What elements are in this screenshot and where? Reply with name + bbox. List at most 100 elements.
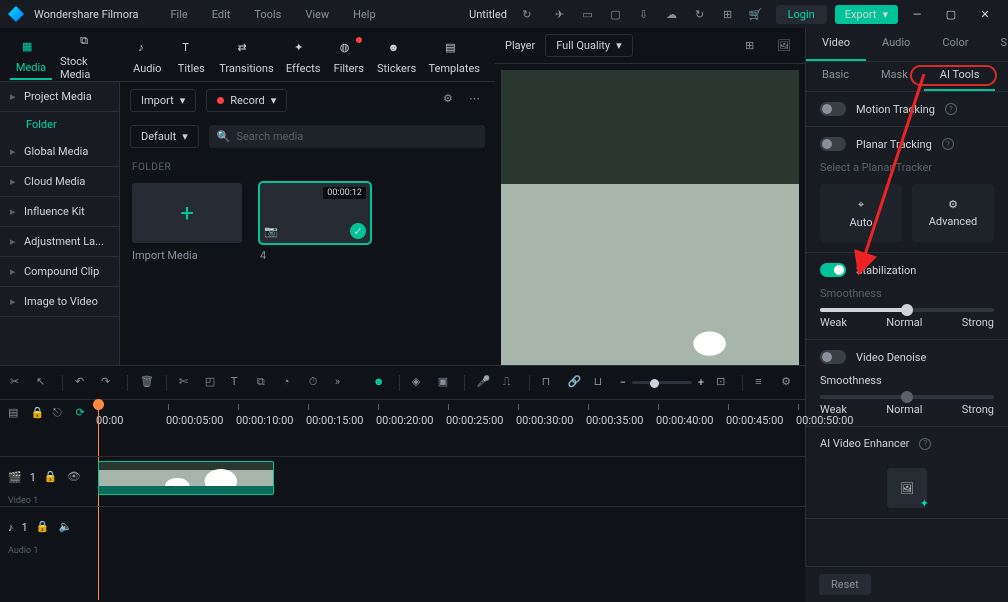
sidebar-global-media[interactable]: ▸Global Media: [0, 137, 119, 167]
tl-select-icon[interactable]: ↖: [36, 375, 50, 390]
import-media-tile[interactable]: + Import Media: [132, 183, 242, 262]
tl-adjust-icon[interactable]: ⎋: [53, 406, 68, 421]
tab-titles[interactable]: TTitles: [170, 37, 212, 79]
window-maximize[interactable]: ▢: [944, 7, 958, 21]
track-mute-icon[interactable]: 🔈: [59, 520, 74, 535]
cart-icon[interactable]: 🛒: [748, 6, 764, 22]
history-icon[interactable]: ↻: [692, 6, 708, 22]
rp-tab-audio[interactable]: Audio: [866, 28, 926, 61]
player-label: Player: [505, 39, 535, 52]
cloud-icon[interactable]: ☁: [664, 6, 680, 22]
tab-transitions[interactable]: ⇄Transitions: [214, 37, 278, 79]
tl-more-icon[interactable]: »: [335, 375, 349, 390]
quality-dropdown[interactable]: Full Quality▾: [545, 34, 632, 57]
timeline-clip[interactable]: [98, 461, 274, 495]
tl-mic-icon[interactable]: 🎤: [477, 375, 491, 390]
display-icon[interactable]: ▢: [608, 6, 624, 22]
menu-tools[interactable]: Tools: [244, 4, 291, 25]
tl-marker-icon[interactable]: ◈: [412, 375, 426, 390]
send-icon[interactable]: ✈: [552, 6, 568, 22]
sidebar-compound-clip[interactable]: ▸Compound Clip: [0, 257, 119, 287]
sidebar-image-to-video[interactable]: ▸Image to Video: [0, 287, 119, 317]
record-dropdown[interactable]: Record▾: [206, 89, 287, 112]
tab-media[interactable]: ▦Media: [10, 36, 52, 80]
screen-icon[interactable]: ▭: [580, 6, 596, 22]
tl-mixer-icon[interactable]: ⎍: [503, 375, 517, 390]
reset-button[interactable]: Reset: [819, 574, 871, 595]
window-close[interactable]: ✕: [978, 7, 992, 21]
tl-tracks-icon[interactable]: ▤: [8, 406, 23, 421]
tl-settings-icon[interactable]: ⚙: [781, 375, 795, 390]
track-lock-icon[interactable]: 🔒: [36, 520, 51, 535]
tl-ai-icon[interactable]: ☻: [373, 375, 387, 390]
rp-tab-color[interactable]: Color: [926, 28, 984, 61]
menu-edit[interactable]: Edit: [202, 4, 241, 25]
more-icon[interactable]: ⋯: [469, 92, 485, 108]
tl-snap-icon[interactable]: ⊓: [542, 375, 556, 390]
tl-render-icon[interactable]: ▣: [438, 375, 452, 390]
tl-redo-icon[interactable]: ↷: [101, 375, 115, 390]
tl-speed-icon[interactable]: ⏱: [309, 375, 323, 390]
view-default-dropdown[interactable]: Default▾: [130, 125, 199, 148]
tl-delete-icon[interactable]: 🗑: [140, 375, 154, 390]
track-lock-icon[interactable]: 🔒: [44, 470, 59, 485]
tab-stickers[interactable]: ☻Stickers: [372, 37, 422, 79]
search-input[interactable]: 🔍Search media: [209, 125, 485, 148]
info-icon[interactable]: ?: [945, 103, 957, 115]
tl-list-icon[interactable]: ≡: [755, 375, 769, 390]
rp-tab-video[interactable]: Video: [806, 28, 866, 61]
info-icon[interactable]: ?: [919, 438, 931, 450]
tl-auto-icon[interactable]: ⟳: [76, 406, 91, 421]
rp-sub-basic[interactable]: Basic: [806, 62, 865, 91]
tl-color-icon[interactable]: ◔: [283, 375, 297, 390]
slider-smoothness[interactable]: [820, 308, 994, 312]
tl-edit-mode-icon[interactable]: ✂: [10, 375, 24, 390]
tab-effects[interactable]: ✦Effects: [281, 37, 326, 79]
menu-view[interactable]: View: [295, 4, 339, 25]
sidebar-adjustment-layer[interactable]: ▸Adjustment La...: [0, 227, 119, 257]
tab-templates[interactable]: ▤Templates: [424, 37, 485, 79]
menu-help[interactable]: Help: [343, 4, 386, 25]
filter-icon[interactable]: ⚙: [443, 92, 459, 108]
tl-magnet-icon[interactable]: ⊔: [594, 375, 608, 390]
planar-advanced-card[interactable]: ⚙Advanced: [912, 184, 994, 242]
download-icon[interactable]: ⇩: [636, 6, 652, 22]
tl-split-icon[interactable]: ✄: [179, 375, 193, 390]
audio-track-1: ♪1🔒🔈: [0, 506, 805, 548]
tl-link-icon[interactable]: 🔗: [568, 375, 582, 390]
tl-text-icon[interactable]: T: [231, 375, 245, 390]
ai-enhancer-card[interactable]: 🖼✦: [887, 468, 927, 508]
planar-auto-card[interactable]: ⌖Auto: [820, 184, 902, 242]
tl-crop-icon[interactable]: ◰: [205, 375, 219, 390]
window-minimize[interactable]: —: [910, 7, 924, 21]
frame-icon[interactable]: 🖼: [777, 39, 791, 53]
tab-stock-media[interactable]: ⧉Stock Media: [54, 30, 124, 85]
toggle-planar-tracking[interactable]: [820, 137, 846, 151]
export-button[interactable]: Export▾: [835, 5, 898, 24]
toggle-motion-tracking[interactable]: [820, 102, 846, 116]
sync-icon[interactable]: ↻: [519, 6, 535, 22]
media-clip-4[interactable]: 00:00:12 📷 ✓ 4: [260, 183, 370, 262]
tl-fit-icon[interactable]: ⊡: [716, 375, 730, 390]
track-visible-icon[interactable]: 👁: [67, 470, 82, 485]
apps-icon[interactable]: ⊞: [720, 6, 736, 22]
sidebar-folder[interactable]: Folder: [0, 112, 119, 137]
sidebar-cloud-media[interactable]: ▸Cloud Media: [0, 167, 119, 197]
toggle-stabilization[interactable]: [820, 263, 846, 277]
grid-icon[interactable]: ⊞: [745, 39, 759, 53]
sidebar-project-media[interactable]: ▸Project Media: [0, 82, 119, 112]
import-dropdown[interactable]: Import▾: [130, 89, 196, 112]
tl-copy-icon[interactable]: ⧉: [257, 375, 271, 390]
tl-undo-icon[interactable]: ↶: [75, 375, 89, 390]
tl-zoom-slider[interactable]: −+: [620, 376, 705, 389]
sidebar-influence-kit[interactable]: ▸Influence Kit: [0, 197, 119, 227]
tab-audio[interactable]: ♪Audio: [126, 37, 168, 79]
login-button[interactable]: Login: [776, 5, 827, 24]
info-icon[interactable]: ?: [942, 138, 954, 150]
tl-lock-icon[interactable]: 🔒: [31, 406, 46, 421]
rp-sub-ai-tools[interactable]: AI Tools: [924, 62, 996, 91]
toggle-video-denoise[interactable]: [820, 350, 846, 364]
tab-filters[interactable]: ◍Filters: [328, 37, 370, 79]
rp-tab-speed[interactable]: S: [984, 28, 1008, 61]
menu-file[interactable]: File: [160, 4, 197, 25]
